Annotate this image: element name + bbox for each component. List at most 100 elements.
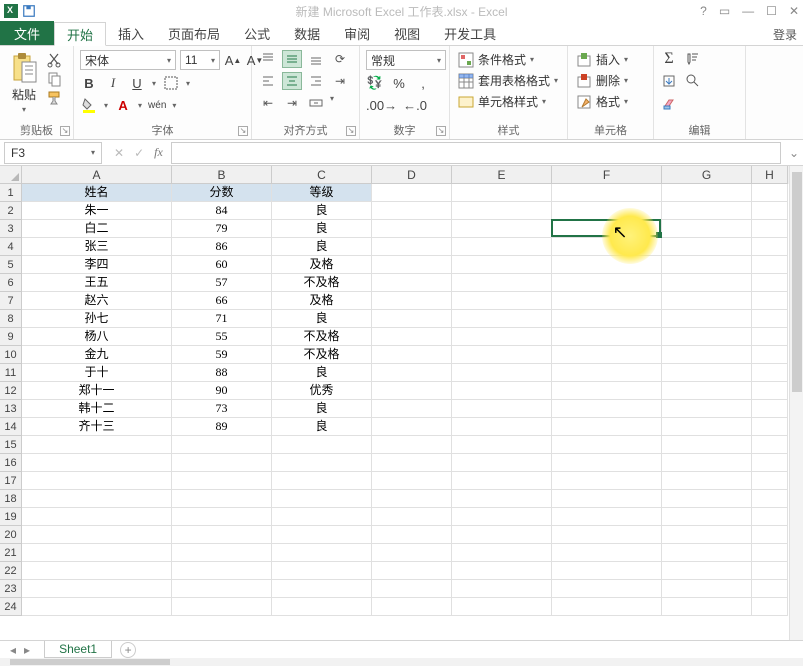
row-header-20[interactable]: 20 (0, 526, 22, 544)
cell-F7[interactable] (552, 292, 662, 310)
font-size-select[interactable]: 11▾ (180, 50, 220, 70)
cell-A11[interactable]: 于十 (22, 364, 172, 382)
cell-G17[interactable] (662, 472, 752, 490)
cell-C14[interactable]: 良 (272, 418, 372, 436)
increase-indent-icon[interactable]: ⇥ (282, 94, 302, 112)
cell-D11[interactable] (372, 364, 452, 382)
row-header-15[interactable]: 15 (0, 436, 22, 454)
cell-A14[interactable]: 齐十三 (22, 418, 172, 436)
minimize-icon[interactable]: — (742, 4, 754, 18)
sheet-tab-1[interactable]: Sheet1 (44, 641, 112, 658)
cell-D8[interactable] (372, 310, 452, 328)
column-header-F[interactable]: F (552, 166, 662, 184)
cell-B10[interactable]: 59 (172, 346, 272, 364)
cell-H14[interactable] (752, 418, 788, 436)
row-header-5[interactable]: 5 (0, 256, 22, 274)
cell-H2[interactable] (752, 202, 788, 220)
cell-C3[interactable]: 良 (272, 220, 372, 238)
cell-F20[interactable] (552, 526, 662, 544)
cell-G6[interactable] (662, 274, 752, 292)
cell-E15[interactable] (452, 436, 552, 454)
cell-D23[interactable] (372, 580, 452, 598)
cell-A1[interactable]: 姓名 (22, 184, 172, 202)
horizontal-scrollbar[interactable] (0, 658, 803, 666)
cell-E13[interactable] (452, 400, 552, 418)
cell-B24[interactable] (172, 598, 272, 616)
cell-A16[interactable] (22, 454, 172, 472)
cell-G20[interactable] (662, 526, 752, 544)
tab-review[interactable]: 审阅 (332, 21, 382, 45)
increase-decimal-icon[interactable]: .00→ (366, 96, 397, 114)
cell-F22[interactable] (552, 562, 662, 580)
cell-D12[interactable] (372, 382, 452, 400)
cell-G19[interactable] (662, 508, 752, 526)
sheet-nav-prev-icon[interactable]: ◂ (10, 643, 16, 657)
cell-C10[interactable]: 不及格 (272, 346, 372, 364)
tab-insert[interactable]: 插入 (106, 21, 156, 45)
cell-F8[interactable] (552, 310, 662, 328)
align-left-icon[interactable] (258, 72, 278, 90)
cell-F13[interactable] (552, 400, 662, 418)
clear-icon[interactable] (660, 94, 678, 112)
fill-color-button[interactable] (80, 96, 98, 114)
cell-B14[interactable]: 89 (172, 418, 272, 436)
align-top-icon[interactable] (258, 50, 278, 68)
cell-F5[interactable] (552, 256, 662, 274)
cell-F21[interactable] (552, 544, 662, 562)
row-header-14[interactable]: 14 (0, 418, 22, 436)
cell-H24[interactable] (752, 598, 788, 616)
cell-G14[interactable] (662, 418, 752, 436)
cell-C24[interactable] (272, 598, 372, 616)
cell-G22[interactable] (662, 562, 752, 580)
cell-A9[interactable]: 杨八 (22, 328, 172, 346)
cell-E12[interactable] (452, 382, 552, 400)
cell-G24[interactable] (662, 598, 752, 616)
cell-B18[interactable] (172, 490, 272, 508)
cell-A12[interactable]: 郑十一 (22, 382, 172, 400)
chevron-down-icon[interactable]: ▾ (186, 79, 190, 88)
cell-E14[interactable] (452, 418, 552, 436)
tab-developer[interactable]: 开发工具 (432, 21, 508, 45)
cell-F6[interactable] (552, 274, 662, 292)
cut-icon[interactable] (46, 52, 62, 68)
chevron-down-icon[interactable]: ▾ (330, 94, 334, 112)
merge-center-icon[interactable] (306, 94, 326, 112)
cell-H19[interactable] (752, 508, 788, 526)
cell-A7[interactable]: 赵六 (22, 292, 172, 310)
row-header-7[interactable]: 7 (0, 292, 22, 310)
chevron-down-icon[interactable]: ▾ (104, 101, 108, 110)
column-header-D[interactable]: D (372, 166, 452, 184)
cell-C17[interactable] (272, 472, 372, 490)
cell-D18[interactable] (372, 490, 452, 508)
cell-D17[interactable] (372, 472, 452, 490)
wrap-text-icon[interactable]: ⇥ (330, 72, 350, 90)
decrease-indent-icon[interactable]: ⇤ (258, 94, 278, 112)
comma-icon[interactable]: , (414, 74, 432, 92)
cell-C9[interactable]: 不及格 (272, 328, 372, 346)
dialog-launcher-icon[interactable]: ↘ (346, 126, 356, 136)
cell-C7[interactable]: 及格 (272, 292, 372, 310)
cell-E9[interactable] (452, 328, 552, 346)
tab-data[interactable]: 数据 (282, 21, 332, 45)
column-header-G[interactable]: G (662, 166, 752, 184)
row-header-13[interactable]: 13 (0, 400, 22, 418)
cell-D5[interactable] (372, 256, 452, 274)
delete-cells-button[interactable]: 删除▾ (574, 71, 630, 90)
cell-H6[interactable] (752, 274, 788, 292)
row-header-10[interactable]: 10 (0, 346, 22, 364)
copy-icon[interactable] (46, 71, 62, 87)
cell-C12[interactable]: 优秀 (272, 382, 372, 400)
cell-H13[interactable] (752, 400, 788, 418)
cell-D16[interactable] (372, 454, 452, 472)
cell-A15[interactable] (22, 436, 172, 454)
cell-F2[interactable] (552, 202, 662, 220)
cell-E8[interactable] (452, 310, 552, 328)
cell-B7[interactable]: 66 (172, 292, 272, 310)
cell-G16[interactable] (662, 454, 752, 472)
cell-B9[interactable]: 55 (172, 328, 272, 346)
cell-G12[interactable] (662, 382, 752, 400)
cancel-formula-icon[interactable]: ✕ (114, 146, 124, 160)
cell-G1[interactable] (662, 184, 752, 202)
align-right-icon[interactable] (306, 72, 326, 90)
cell-H9[interactable] (752, 328, 788, 346)
